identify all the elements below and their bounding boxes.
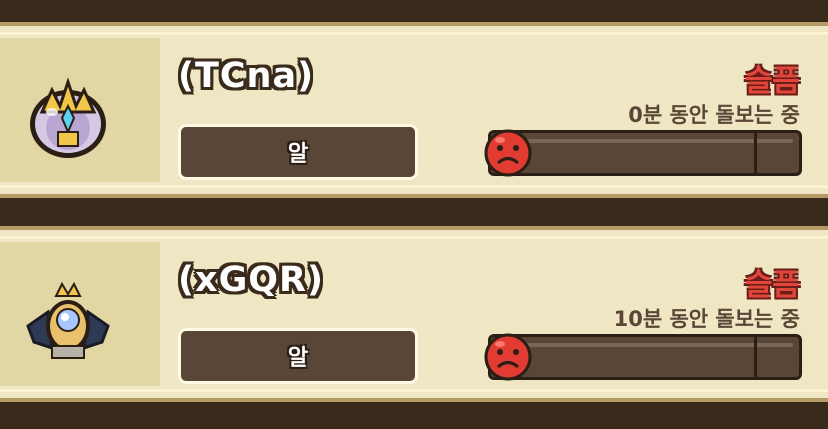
- care-time-text: 0분 동안 돌보는 중: [628, 103, 800, 127]
- mood-status: 슬픔: [744, 64, 800, 99]
- winged-egg-icon: [30, 77, 106, 158]
- stage-button[interactable]: 알: [178, 124, 418, 180]
- card-highlight: [0, 32, 828, 35]
- pet-card[interactable]: (xGQR) 알 슬픔 10분 동안 돌보는 중: [0, 226, 828, 402]
- bar-shine: [497, 139, 793, 143]
- pet-name: (xGQR): [178, 260, 324, 300]
- stage-label: 알: [287, 142, 309, 167]
- care-progress-bar: [484, 129, 802, 177]
- stage-label: 알: [287, 346, 309, 371]
- pet-icon-panel: [0, 242, 160, 386]
- pet-card[interactable]: (TCna) 알 슬픔 0분 동안 돌보는 중: [0, 22, 828, 198]
- pet-icon-panel: [0, 38, 160, 182]
- sad-face-icon: [484, 129, 532, 177]
- bar-shine: [497, 343, 793, 347]
- card-highlight: [0, 236, 828, 239]
- bar-segment: [754, 337, 757, 377]
- pet-name: (TCna): [178, 56, 315, 96]
- mood-status: 슬픔: [744, 268, 800, 303]
- stage-button[interactable]: 알: [178, 328, 418, 384]
- care-progress-bar: [484, 333, 802, 381]
- bar-segment: [754, 133, 757, 173]
- card-highlight: [0, 185, 828, 188]
- care-time-text: 10분 동안 돌보는 중: [613, 307, 800, 331]
- sad-face-icon: [484, 333, 532, 381]
- top-border: [0, 0, 828, 14]
- card-highlight: [0, 389, 828, 392]
- dark-winged-egg-icon: [26, 281, 110, 359]
